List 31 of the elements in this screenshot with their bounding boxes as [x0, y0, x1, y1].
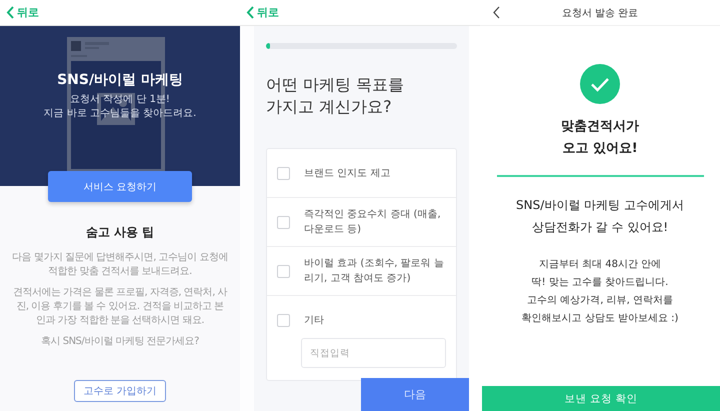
back-icon — [6, 6, 15, 19]
back-icon — [246, 6, 255, 19]
back-button[interactable] — [492, 6, 501, 19]
hero-subtitle: 요청서 작성에 단 1분! 지금 바로 고수님들을 찾아드려요. — [44, 93, 196, 121]
tip-paragraph: 혹시 SNS/바이럴 마케팅 전문가세요? — [41, 335, 199, 349]
confirm-button[interactable]: 보낸 요청 확인 — [482, 386, 720, 411]
option-label: 브랜드 인지도 제고 — [304, 166, 390, 180]
next-button[interactable]: 다음 — [361, 378, 469, 411]
checkbox[interactable] — [277, 314, 290, 326]
checkbox[interactable] — [277, 216, 290, 228]
headline: 맞춤견적서가 오고 있어요! — [561, 118, 639, 158]
screen-title: 요청서 발송 완료 — [560, 6, 640, 20]
request-service-button[interactable]: 서비스 요청하기 — [48, 171, 192, 202]
check-icon — [580, 64, 620, 104]
join-button[interactable]: 고수로 가입하기 — [74, 380, 166, 402]
message: SNS/바이럴 마케팅 고수에게서 상담전화가 갈 수 있어요! — [516, 197, 684, 236]
back-link[interactable]: 뒤로 — [246, 5, 279, 20]
option-label: 기타 — [304, 314, 324, 328]
option-label: 즉각적인 중요수치 증대 (매출, 다운로드 등) — [304, 208, 442, 237]
question-text: 어떤 마케팅 목표를 가지고 계신가요? — [266, 74, 406, 118]
hero-title: SNS/바이럴 마케팅 — [57, 71, 183, 89]
detail-text: 지금부터 최대 48시간 안에 딱! 맞는 고수를 찾아드립니다. 고수의 예상가격, 리뷰, 연락처를 확인해보시고 상담도 받아보세요 :) — [522, 258, 678, 326]
checkbox[interactable] — [277, 166, 290, 180]
back-link[interactable]: 뒤로 — [6, 5, 39, 20]
tip-paragraph: 다음 몇가지 질문에 답변해주시면, 고수님이 요청에 적합한 맞춤 견적서를 보내드려요. — [12, 251, 228, 279]
input-field[interactable]: 직접입력 — [301, 338, 446, 368]
tips-title: 숨고 사용 팁 — [86, 224, 154, 241]
checkbox[interactable] — [277, 264, 290, 278]
back-icon — [492, 6, 501, 19]
option-label: 바이럴 효과 (조회수, 팔로워 늘리기, 고객 참여도 증가) — [304, 257, 445, 286]
tip-paragraph: 견적서에는 가격은 물론 프로필, 자격증, 연락처, 사진, 이용 후기를 볼 수 있어요. 견적을 비교하고 본인과 가장 적합한 분을 선택하시면 돼요. — [12, 286, 228, 328]
